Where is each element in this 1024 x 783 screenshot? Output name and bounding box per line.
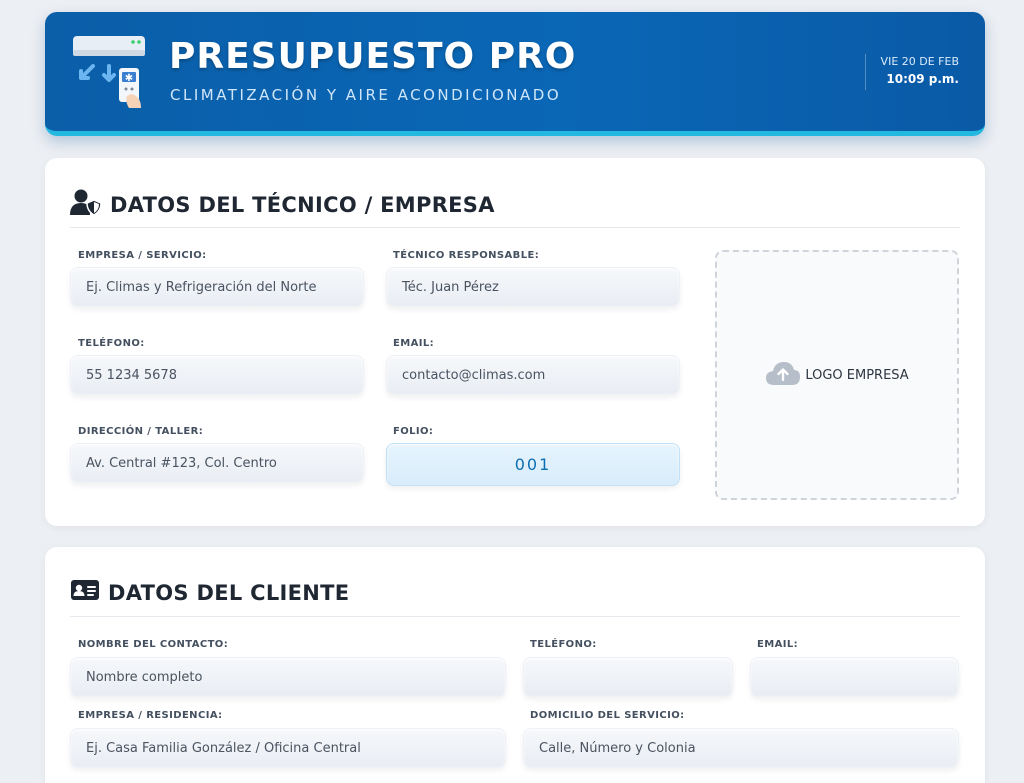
cliente-telefono-input[interactable] bbox=[523, 657, 733, 697]
app-title: PRESUPUESTO PRO bbox=[169, 36, 577, 77]
cliente-section-title: DATOS DEL CLIENTE bbox=[108, 580, 350, 605]
svg-text:✱: ✱ bbox=[125, 73, 133, 84]
empresa-input[interactable]: Ej. Climas y Refrigeración del Norte bbox=[70, 267, 364, 307]
app-header: ✱ PRESUPUESTO PRO CLIMATIZACIÓN Y AIRE A… bbox=[45, 12, 985, 136]
folio-label: FOLIO: bbox=[393, 426, 434, 437]
cliente-nombre-input[interactable]: Nombre completo bbox=[70, 657, 506, 697]
app-subtitle: CLIMATIZACIÓN Y AIRE ACONDICIONADO bbox=[170, 86, 562, 104]
logo-upload[interactable]: LOGO EMPRESA bbox=[715, 250, 959, 500]
tecnico-label: TÉCNICO RESPONSABLE: bbox=[393, 250, 540, 261]
tecnico-section-title: DATOS DEL TÉCNICO / EMPRESA bbox=[110, 192, 495, 217]
telefono-label: TELÉFONO: bbox=[78, 338, 145, 349]
user-shield-icon bbox=[70, 188, 102, 221]
tecnico-card: DATOS DEL TÉCNICO / EMPRESA EMPRESA / SE… bbox=[45, 158, 985, 526]
email-label: EMAIL: bbox=[393, 338, 435, 349]
cliente-empresa-input[interactable]: Ej. Casa Familia González / Oficina Cent… bbox=[70, 728, 506, 768]
section-divider bbox=[70, 616, 960, 617]
section-divider bbox=[70, 227, 960, 228]
empresa-label: EMPRESA / SERVICIO: bbox=[78, 250, 207, 261]
direccion-label: DIRECCIÓN / TALLER: bbox=[78, 426, 204, 437]
logo-upload-label: LOGO EMPRESA bbox=[805, 367, 909, 383]
tecnico-input[interactable]: Téc. Juan Pérez bbox=[386, 267, 680, 307]
cliente-email-input[interactable] bbox=[750, 657, 959, 697]
folio-input[interactable]: 001 bbox=[386, 443, 680, 486]
header-date: VIE 20 DE FEB bbox=[880, 55, 959, 68]
air-conditioner-icon: ✱ bbox=[71, 32, 151, 114]
cliente-email-label: EMAIL: bbox=[757, 639, 799, 650]
cloud-upload-icon bbox=[765, 360, 801, 390]
header-divider bbox=[865, 54, 866, 90]
direccion-input[interactable]: Av. Central #123, Col. Centro bbox=[70, 443, 364, 483]
cliente-section-header: DATOS DEL CLIENTE bbox=[70, 578, 349, 607]
domicilio-label: DOMICILIO DEL SERVICIO: bbox=[530, 710, 685, 721]
domicilio-input[interactable]: Calle, Número y Colonia bbox=[523, 728, 959, 768]
email-input[interactable]: contacto@climas.com bbox=[386, 355, 680, 395]
tecnico-section-header: DATOS DEL TÉCNICO / EMPRESA bbox=[70, 188, 495, 221]
telefono-input[interactable]: 55 1234 5678 bbox=[70, 355, 364, 395]
cliente-nombre-label: NOMBRE DEL CONTACTO: bbox=[78, 639, 229, 650]
cliente-card: DATOS DEL CLIENTE NOMBRE DEL CONTACTO: N… bbox=[45, 547, 985, 783]
header-time: 10:09 p.m. bbox=[886, 72, 959, 86]
cliente-empresa-label: EMPRESA / RESIDENCIA: bbox=[78, 710, 223, 721]
cliente-telefono-label: TELÉFONO: bbox=[530, 639, 597, 650]
id-card-icon bbox=[70, 578, 100, 607]
